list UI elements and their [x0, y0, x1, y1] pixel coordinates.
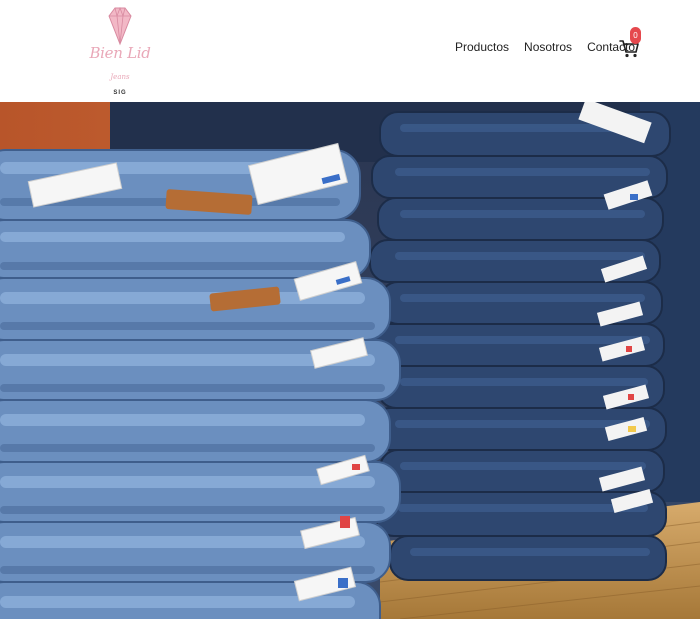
jeans-stack-right: [369, 102, 700, 581]
hero-image: [0, 102, 700, 619]
diamond-icon: [108, 6, 132, 46]
jeans-stack-left: [0, 142, 401, 619]
site-header: Bien Lid Jeans SIG Productos Nosotros Co…: [0, 0, 700, 102]
brand-logo[interactable]: Bien Lid Jeans SIG: [88, 4, 152, 98]
nav-link-nosotros[interactable]: Nosotros: [524, 40, 572, 54]
cart-count-badge: 0: [630, 27, 641, 44]
logo-sub-text: Jeans: [110, 73, 130, 81]
logo-script-text: Bien Lid: [89, 44, 151, 62]
denim-stacks-illustration: [0, 102, 700, 619]
main-nav: Productos Nosotros Contacto: [455, 40, 635, 54]
logo-tag-text: SIG: [113, 90, 127, 96]
nav-link-productos[interactable]: Productos: [455, 40, 509, 54]
